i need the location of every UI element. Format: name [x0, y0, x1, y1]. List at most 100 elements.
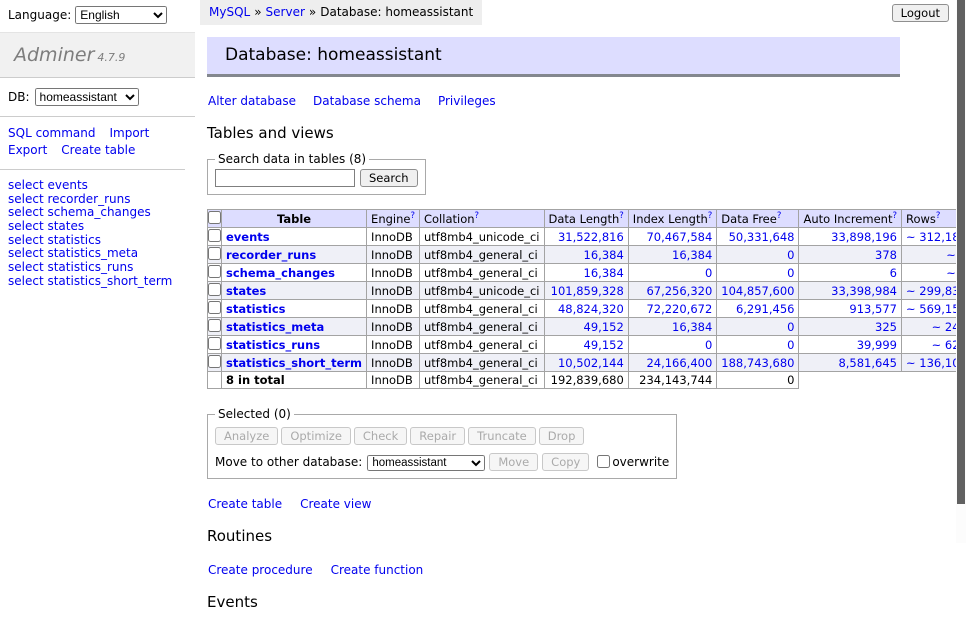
data-free-cell: 50,331,648 [717, 228, 799, 246]
create-link[interactable]: Create view [300, 497, 371, 511]
selected-action-button[interactable]: Analyze [215, 427, 278, 445]
select-table-link[interactable]: select recorder_runs [8, 192, 131, 206]
data-free-cell: 0 [717, 318, 799, 336]
logout-button[interactable]: Logout [892, 4, 949, 22]
select-table-link[interactable]: select states [8, 219, 84, 233]
help-link[interactable]: ? [708, 211, 713, 221]
help-link[interactable]: ? [892, 211, 897, 221]
engine-cell: InnoDB [367, 336, 420, 354]
data-free-cell: 0 [717, 336, 799, 354]
column-header-label: Engine [371, 212, 410, 226]
search-button[interactable]: Search [360, 169, 418, 187]
table-name-link[interactable]: recorder_runs [226, 248, 316, 262]
row-select-checkbox[interactable] [208, 265, 221, 278]
data-free-cell: 0 [717, 246, 799, 264]
column-header: Collation? [419, 210, 544, 228]
select-table-link[interactable]: select statistics_meta [8, 246, 138, 260]
table-name-link[interactable]: events [226, 230, 270, 244]
help-link[interactable]: ? [410, 211, 415, 221]
select-table-link[interactable]: select statistics_short_term [8, 274, 172, 288]
vertical-scrollbar [956, 0, 966, 543]
selected-action-button[interactable]: Drop [539, 427, 585, 445]
scrollbar-thumb[interactable] [957, 0, 965, 504]
move-label: Move to other database: [215, 455, 362, 469]
select-table-link[interactable]: select statistics [8, 233, 101, 247]
move-button[interactable]: Move [489, 453, 538, 471]
index-length-cell: 67,256,320 [628, 282, 717, 300]
create-link[interactable]: Create table [208, 497, 282, 511]
language-select[interactable]: English [75, 6, 167, 24]
select-table-link[interactable]: select statistics_runs [8, 260, 133, 274]
row-select-checkbox[interactable] [208, 301, 221, 314]
table-row: states InnoDB utf8mb4_unicode_ci 101,859… [208, 282, 966, 300]
database-nav-link[interactable]: Alter database [208, 94, 296, 108]
row-select-checkbox[interactable] [208, 355, 221, 368]
breadcrumb-server-link[interactable]: Server [266, 5, 305, 19]
row-select-checkbox[interactable] [208, 247, 221, 260]
column-header-label: Auto Increment [803, 212, 892, 226]
overwrite-checkbox[interactable] [597, 455, 610, 468]
select-all-checkbox[interactable] [208, 211, 221, 224]
engine-cell: InnoDB [367, 300, 420, 318]
table-row: schema_changes InnoDB utf8mb4_general_ci… [208, 264, 966, 282]
breadcrumb-separator: » [254, 5, 261, 19]
sidebar: Language:English Adminer4.7.9 DB:homeass… [0, 0, 195, 289]
selected-action-button[interactable]: Optimize [281, 427, 351, 445]
total-row: 8 in total InnoDB utf8mb4_general_ci 192… [208, 372, 966, 389]
index-length-cell: 16,384 [628, 246, 717, 264]
row-select-checkbox[interactable] [208, 337, 221, 350]
overwrite-label[interactable]: overwrite [612, 455, 669, 469]
row-select-checkbox[interactable] [208, 319, 221, 332]
database-nav-link[interactable]: Database schema [313, 94, 421, 108]
row-select-checkbox[interactable] [208, 229, 221, 242]
auto-increment-cell: 378 [799, 246, 902, 264]
total-engine: InnoDB [367, 372, 420, 389]
database-nav-link[interactable]: Privileges [438, 94, 496, 108]
select-table-link[interactable]: select schema_changes [8, 205, 151, 219]
column-header-label: Collation [424, 212, 475, 226]
row-select-checkbox[interactable] [208, 283, 221, 296]
routine-link[interactable]: Create function [331, 563, 424, 577]
help-link[interactable]: ? [777, 211, 782, 221]
engine-cell: InnoDB [367, 246, 420, 264]
search-input[interactable] [215, 169, 355, 187]
selected-action-button[interactable]: Truncate [468, 427, 536, 445]
table-name-link[interactable]: states [226, 284, 266, 298]
column-header: Auto Increment? [799, 210, 902, 228]
auto-increment-cell: 33,898,196 [799, 228, 902, 246]
sidebar-action-link[interactable]: SQL command [8, 125, 95, 142]
table-name-link[interactable]: statistics_runs [226, 338, 320, 352]
table-name-link[interactable]: statistics [226, 302, 286, 316]
column-header-label: Index Length [633, 212, 708, 226]
selected-action-button[interactable]: Repair [410, 427, 465, 445]
sidebar-action-link[interactable]: Create table [61, 142, 135, 159]
copy-button[interactable]: Copy [542, 453, 589, 471]
data-length-cell: 101,859,328 [544, 282, 628, 300]
help-link[interactable]: ? [619, 211, 624, 221]
auto-increment-cell: 6 [799, 264, 902, 282]
routine-link[interactable]: Create procedure [208, 563, 313, 577]
collation-cell: utf8mb4_unicode_ci [419, 228, 544, 246]
move-database-select[interactable]: homeassistant [367, 455, 485, 471]
sidebar-action-link[interactable]: Import [109, 125, 149, 142]
table-row: recorder_runs InnoDB utf8mb4_general_ci … [208, 246, 966, 264]
help-link[interactable]: ? [936, 211, 941, 221]
table-name-link[interactable]: statistics_short_term [226, 356, 362, 370]
total-label: 8 in total [222, 372, 367, 389]
sidebar-action-link[interactable]: Export [8, 142, 47, 159]
select-table-link[interactable]: select events [8, 178, 88, 192]
breadcrumb-current: Database: homeassistant [320, 5, 473, 19]
selected-action-button[interactable]: Check [354, 427, 407, 445]
collation-cell: utf8mb4_general_ci [419, 336, 544, 354]
index-length-cell: 72,220,672 [628, 300, 717, 318]
collation-cell: utf8mb4_general_ci [419, 300, 544, 318]
table-name-link[interactable]: statistics_meta [226, 320, 324, 334]
db-select[interactable]: homeassistant [35, 88, 139, 106]
help-link[interactable]: ? [475, 211, 480, 221]
sidebar-table-link-item: select statistics_meta [8, 247, 187, 260]
row-select-cell [208, 318, 222, 336]
routine-links: Create procedure Create function [208, 563, 956, 577]
row-select-cell [208, 246, 222, 264]
table-name-link[interactable]: schema_changes [226, 266, 335, 280]
breadcrumb-mysql-link[interactable]: MySQL [209, 5, 250, 19]
